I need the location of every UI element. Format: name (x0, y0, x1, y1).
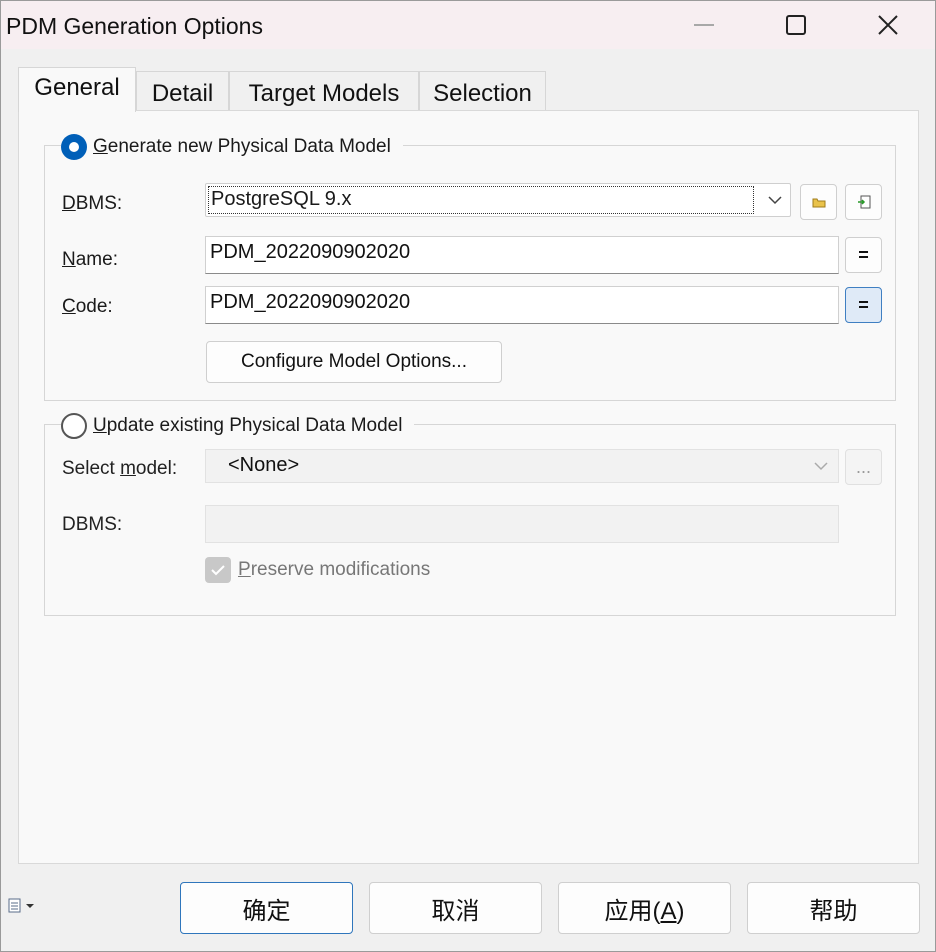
apply-label: 应用(A) (604, 897, 685, 925)
update-existing-radio[interactable]: Update existing Physical Data Model (61, 413, 415, 439)
import-icon (857, 195, 870, 209)
name-label: Name: (62, 249, 118, 270)
select-model-value: <None> (228, 454, 300, 476)
caret-down-icon (26, 904, 34, 908)
update-dbms-label: DBMS: (62, 514, 123, 535)
window-title: PDM Generation Options (6, 13, 263, 39)
select-model-browse-button[interactable]: ... (845, 449, 882, 485)
tab-target-models-label: Target Models (248, 80, 400, 107)
dialog-window: PDM Generation Options General Detail Ta… (0, 0, 936, 952)
code-equals-button[interactable]: = (845, 287, 882, 323)
title-bar[interactable]: PDM Generation Options (1, 1, 935, 49)
document-icon (8, 898, 21, 913)
generate-new-radio[interactable]: Generate new Physical Data Model (61, 134, 403, 160)
maximize-icon (786, 15, 806, 35)
tab-selection[interactable]: Selection (419, 71, 546, 111)
name-equals-button[interactable]: = (845, 237, 882, 273)
code-field[interactable]: PDM_2022090902020 (205, 286, 839, 324)
close-icon (878, 15, 898, 35)
chevron-down-icon (766, 191, 784, 214)
maximize-button[interactable] (750, 1, 842, 49)
page-menu-button[interactable] (8, 898, 35, 914)
select-model-combobox[interactable]: <None> (205, 449, 839, 483)
close-button[interactable] (842, 1, 934, 49)
update-dbms-field[interactable] (205, 505, 839, 543)
dbms-label: DBMS: (62, 193, 123, 214)
tab-detail-label: Detail (151, 80, 214, 107)
configure-model-options-button[interactable]: Configure Model Options... (206, 341, 502, 383)
chevron-down-icon (812, 457, 830, 481)
update-existing-label: Update existing Physical Data Model (93, 415, 403, 436)
preserve-modifications-label: Preserve modifications (238, 559, 431, 580)
folder-icon (812, 198, 825, 208)
dbms-combobox[interactable]: PostgreSQL 9.x (205, 183, 791, 217)
browse-dbms-button[interactable] (800, 184, 837, 220)
preserve-modifications-checkbox[interactable] (205, 557, 231, 583)
name-field[interactable]: PDM_2022090902020 (205, 236, 839, 274)
general-tab-panel: Generate new Physical Data Model DBMS: P… (18, 110, 919, 864)
code-label: Code: (62, 296, 113, 317)
radio-selected-icon[interactable] (61, 134, 87, 160)
import-dbms-button[interactable] (845, 184, 882, 220)
checkmark-icon (211, 565, 225, 576)
tab-selection-label: Selection (433, 80, 532, 107)
apply-button[interactable]: 应用(A) (558, 882, 731, 934)
minimize-button[interactable] (658, 1, 750, 49)
cancel-button[interactable]: 取消 (369, 882, 542, 934)
radio-unselected-icon[interactable] (61, 413, 87, 439)
help-button[interactable]: 帮助 (747, 882, 920, 934)
minimize-icon (694, 24, 714, 26)
generate-new-label: Generate new Physical Data Model (93, 136, 391, 157)
tab-target-models[interactable]: Target Models (229, 71, 419, 111)
ok-button[interactable]: 确定 (180, 882, 353, 934)
tab-general[interactable]: General (18, 67, 136, 112)
tab-detail[interactable]: Detail (136, 71, 229, 111)
tab-general-label: General (34, 74, 120, 101)
dbms-combobox-value: PostgreSQL 9.x (208, 186, 754, 214)
select-model-label: Select model: (62, 458, 178, 479)
